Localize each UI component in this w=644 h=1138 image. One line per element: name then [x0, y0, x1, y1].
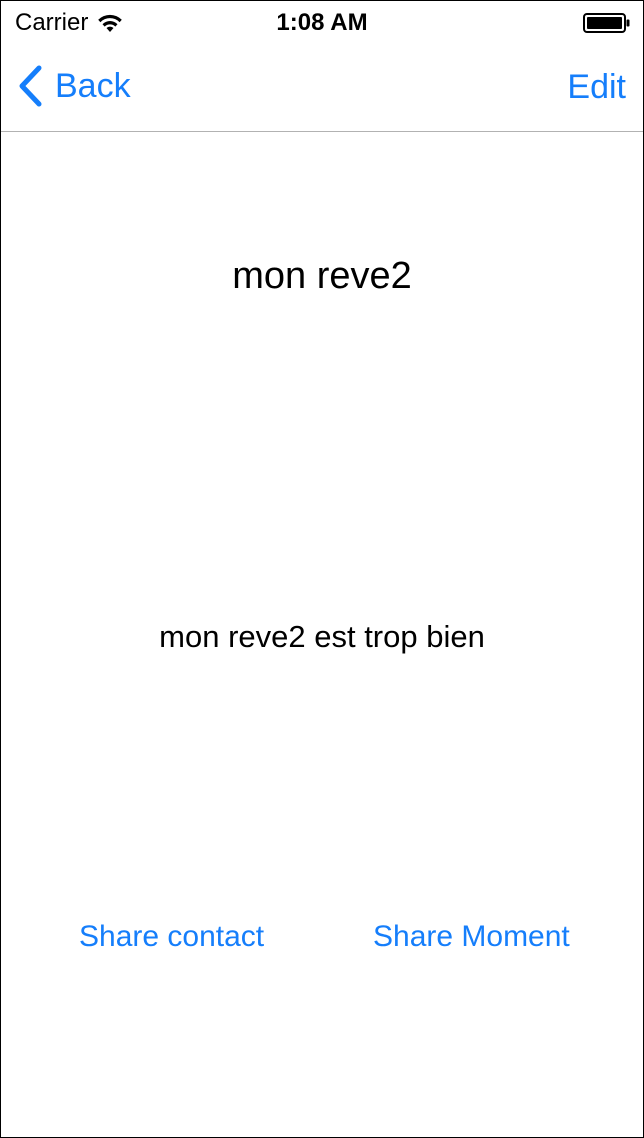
back-button[interactable]: Back: [17, 65, 131, 107]
edit-button[interactable]: Edit: [567, 68, 626, 107]
chevron-left-icon: [19, 65, 42, 107]
share-moment-button[interactable]: Share Moment: [373, 920, 570, 954]
app-screen: Carrier 1:08 AM Back Edit mon reve2 mon …: [0, 0, 644, 1138]
back-label: Back: [55, 66, 131, 105]
status-bar: Carrier 1:08 AM: [1, 1, 643, 43]
status-time: 1:08 AM: [276, 9, 368, 36]
battery-icon: [583, 13, 630, 33]
dream-description: mon reve2 est trop bien: [159, 619, 485, 654]
dream-title: mon reve2: [232, 255, 412, 297]
share-contact-button[interactable]: Share contact: [79, 920, 264, 954]
navigation-bar: Back Edit: [1, 43, 643, 132]
